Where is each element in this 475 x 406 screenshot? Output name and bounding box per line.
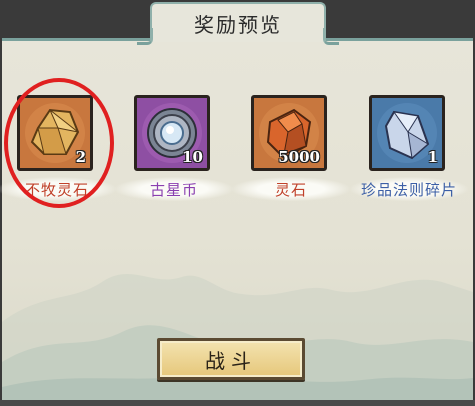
- dialog-title-tab: 奖励预览: [137, 2, 339, 45]
- reward-icon-frame: 10: [134, 95, 210, 171]
- reward-count: 10: [182, 148, 203, 166]
- highlight-circle: [4, 78, 114, 208]
- reward-icon-frame: 1: [369, 95, 445, 171]
- panel-bottom-edge: [0, 400, 475, 406]
- reward-icon-frame: 5000: [251, 95, 327, 171]
- reward-item-spirit-stone[interactable]: 5000 灵石: [232, 95, 350, 205]
- fight-button[interactable]: 战斗: [157, 338, 305, 380]
- reward-name: 灵石: [274, 181, 307, 199]
- reward-item-star-coin[interactable]: 10 古星币: [115, 95, 233, 205]
- dialog-title: 奖励预览: [194, 12, 282, 37]
- reward-count: 1: [427, 148, 438, 166]
- reward-name: 古星币: [149, 181, 198, 199]
- fight-button-label: 战斗: [205, 348, 257, 373]
- reward-name: 珍品法则碎片: [360, 181, 457, 199]
- reward-count: 5000: [278, 148, 320, 166]
- reward-item-rule-fragment[interactable]: 1 珍品法则碎片: [350, 95, 468, 205]
